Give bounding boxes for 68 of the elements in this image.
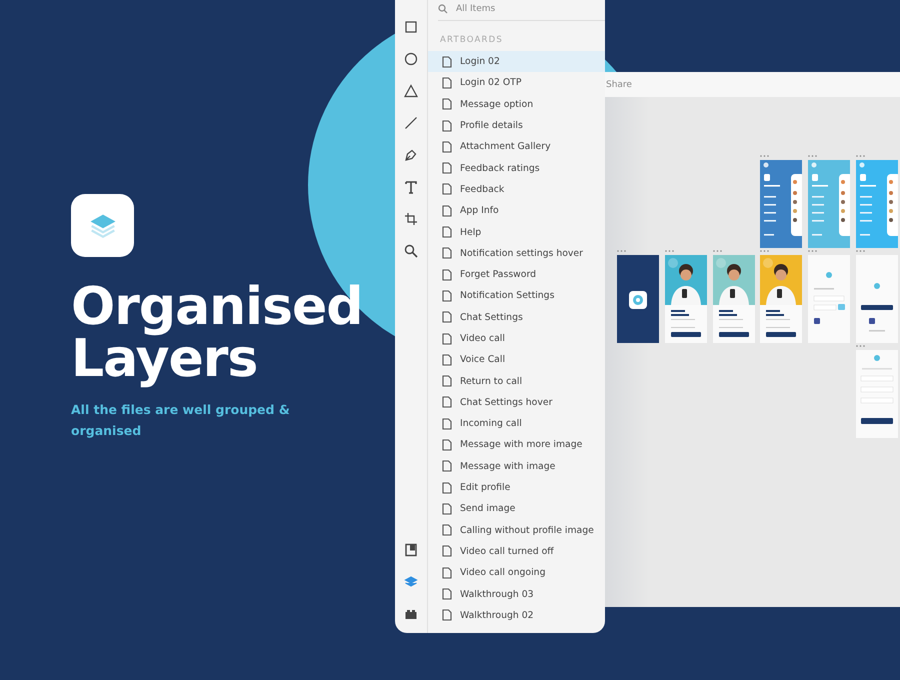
layer-item[interactable]: Video call (428, 328, 605, 350)
document-icon (442, 524, 452, 536)
search-icon[interactable] (404, 244, 418, 258)
document-icon (442, 311, 452, 324)
document-icon (442, 140, 452, 153)
ellipse-icon[interactable] (404, 52, 418, 66)
search-icon (438, 4, 448, 14)
layer-item[interactable]: Video call turned off (428, 540, 605, 562)
layer-item[interactable]: Incoming call (428, 413, 605, 434)
document-icon (442, 482, 452, 494)
document-icon (442, 460, 452, 472)
document-icon (442, 183, 452, 196)
layer-item[interactable]: App Info (428, 200, 605, 222)
document-icon (442, 502, 452, 515)
document-icon (442, 354, 452, 366)
document-icon (442, 566, 452, 579)
layer-item[interactable]: Message with image (428, 456, 605, 477)
layer-item[interactable]: Feedback (428, 178, 605, 200)
subtitle: All the files are well grouped & organised (71, 401, 291, 440)
text-icon[interactable] (404, 180, 418, 194)
layer-item[interactable]: Message with more image (428, 434, 605, 456)
layer-item[interactable]: Notification Settings (428, 285, 605, 307)
document-icon (442, 609, 452, 622)
document-icon (442, 226, 452, 238)
rectangle-icon[interactable] (404, 20, 418, 34)
document-icon (442, 247, 452, 260)
document-icon (442, 204, 452, 217)
layer-item[interactable]: Calling without profile image (428, 520, 605, 541)
layer-item[interactable]: Send image (428, 498, 605, 520)
document-icon (442, 438, 452, 451)
document-icon (442, 76, 452, 89)
crop-icon[interactable] (404, 212, 418, 226)
layer-item[interactable]: Chat Settings (428, 306, 605, 328)
layer-item[interactable]: Login 02 (428, 51, 605, 72)
layer-item[interactable]: Forget Password (428, 264, 605, 286)
document-icon (442, 418, 452, 430)
section-label: ARTBOARDS (440, 35, 504, 45)
triangle-icon[interactable] (404, 84, 418, 98)
document-icon (442, 120, 452, 132)
layer-item[interactable]: Walkthrough 03 (428, 583, 605, 605)
document-icon (442, 588, 452, 600)
layer-item[interactable]: Chat Settings hover (428, 392, 605, 414)
layer-item[interactable]: Profile details (428, 114, 605, 136)
layer-item[interactable]: Login 02 OTP (428, 72, 605, 94)
layer-item[interactable]: Voice Call (428, 349, 605, 370)
document-icon (442, 98, 452, 110)
layer-item[interactable]: Edit profile (428, 476, 605, 498)
layer-item[interactable]: Help (428, 221, 605, 243)
layer-item[interactable]: Attachment Gallery (428, 136, 605, 158)
layer-item[interactable]: Message option (428, 94, 605, 115)
document-icon (442, 396, 452, 408)
search-field[interactable]: All Items (456, 3, 576, 15)
document-icon (442, 290, 452, 302)
line-icon[interactable] (404, 116, 418, 130)
layer-item[interactable]: Feedback ratings (428, 157, 605, 179)
layer-item[interactable]: Video call ongoing (428, 562, 605, 584)
document-icon (442, 56, 452, 68)
layer-item[interactable]: Return to call (428, 370, 605, 392)
document-icon (442, 332, 452, 344)
headline: Organised Layers (71, 281, 362, 385)
layer-item[interactable]: Notification settings hover (428, 242, 605, 264)
pen-icon[interactable] (404, 148, 418, 162)
document-icon (442, 162, 452, 174)
document-icon (442, 268, 452, 281)
layers-icon[interactable] (404, 575, 418, 589)
document-icon (442, 375, 452, 388)
document-icon (442, 545, 452, 558)
layer-item[interactable]: Walkthrough 02 (428, 604, 605, 626)
